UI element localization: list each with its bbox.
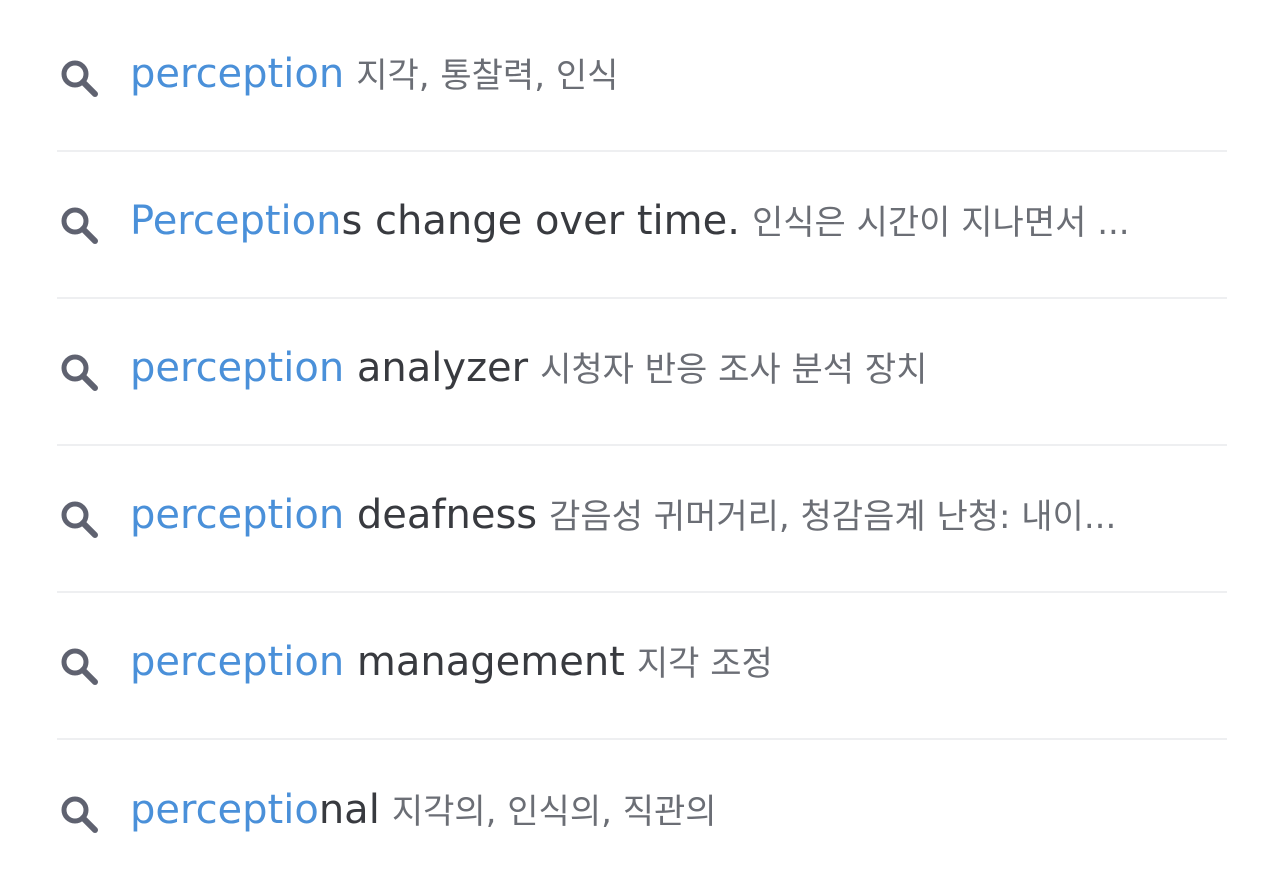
suggestion-text: perception deafness 감음성 귀머거리, 청감음계 난청: 내이… xyxy=(130,490,1227,548)
definition-text: 지각의, 인식의, 직관의 xyxy=(391,791,717,832)
definition-text: 감음성 귀머거리, 청감음계 난청: 내이... xyxy=(549,496,1117,537)
suggestion-item[interactable]: perception analyzer 시청자 반응 조사 분석 장치 xyxy=(57,299,1227,446)
matched-term: perception xyxy=(130,491,345,538)
suggestion-item[interactable]: Perceptions change over time. 인식은 시간이 지나면… xyxy=(57,152,1227,299)
definition-text: 지각, 통찰력, 인식 xyxy=(356,55,619,96)
suggestion-text: perception analyzer 시청자 반응 조사 분석 장치 xyxy=(130,343,1227,401)
suggestion-item[interactable]: perception management 지각 조정 xyxy=(57,593,1227,740)
suggestion-text: Perceptions change over time. 인식은 시간이 지나면… xyxy=(130,196,1227,254)
matched-term: perception xyxy=(130,638,345,685)
term-remainder: nal xyxy=(318,786,380,833)
term-remainder: analyzer xyxy=(344,344,529,391)
term-remainder: deafness xyxy=(344,491,538,538)
term-remainder: management xyxy=(344,638,625,685)
definition-text: 지각 조정 xyxy=(636,643,773,684)
suggestion-item[interactable]: perception deafness 감음성 귀머거리, 청감음계 난청: 내이… xyxy=(57,446,1227,593)
suggestion-item[interactable]: perceptional 지각의, 인식의, 직관의 xyxy=(57,740,1227,887)
search-icon xyxy=(57,350,101,394)
suggestion-text: perception 지각, 통찰력, 인식 xyxy=(130,49,1227,107)
search-icon xyxy=(57,497,101,541)
suggestion-list: perception 지각, 통찰력, 인식 Perceptions change… xyxy=(0,0,1284,886)
suggestion-text: perception management 지각 조정 xyxy=(130,637,1227,695)
search-icon xyxy=(57,792,101,836)
definition-text: 시청자 반응 조사 분석 장치 xyxy=(540,349,928,390)
matched-term: Perception xyxy=(130,197,342,244)
definition-text: 인식은 시간이 지나면서 ... xyxy=(751,202,1130,243)
term-remainder: s change over time. xyxy=(341,197,740,244)
matched-term: perceptio xyxy=(130,786,319,833)
matched-term: perception xyxy=(130,50,345,97)
search-icon xyxy=(57,203,101,247)
matched-term: perception xyxy=(130,344,345,391)
search-icon xyxy=(57,644,101,688)
suggestion-item[interactable]: perception 지각, 통찰력, 인식 xyxy=(57,5,1227,152)
search-icon xyxy=(57,56,101,100)
suggestion-text: perceptional 지각의, 인식의, 직관의 xyxy=(130,785,1227,843)
